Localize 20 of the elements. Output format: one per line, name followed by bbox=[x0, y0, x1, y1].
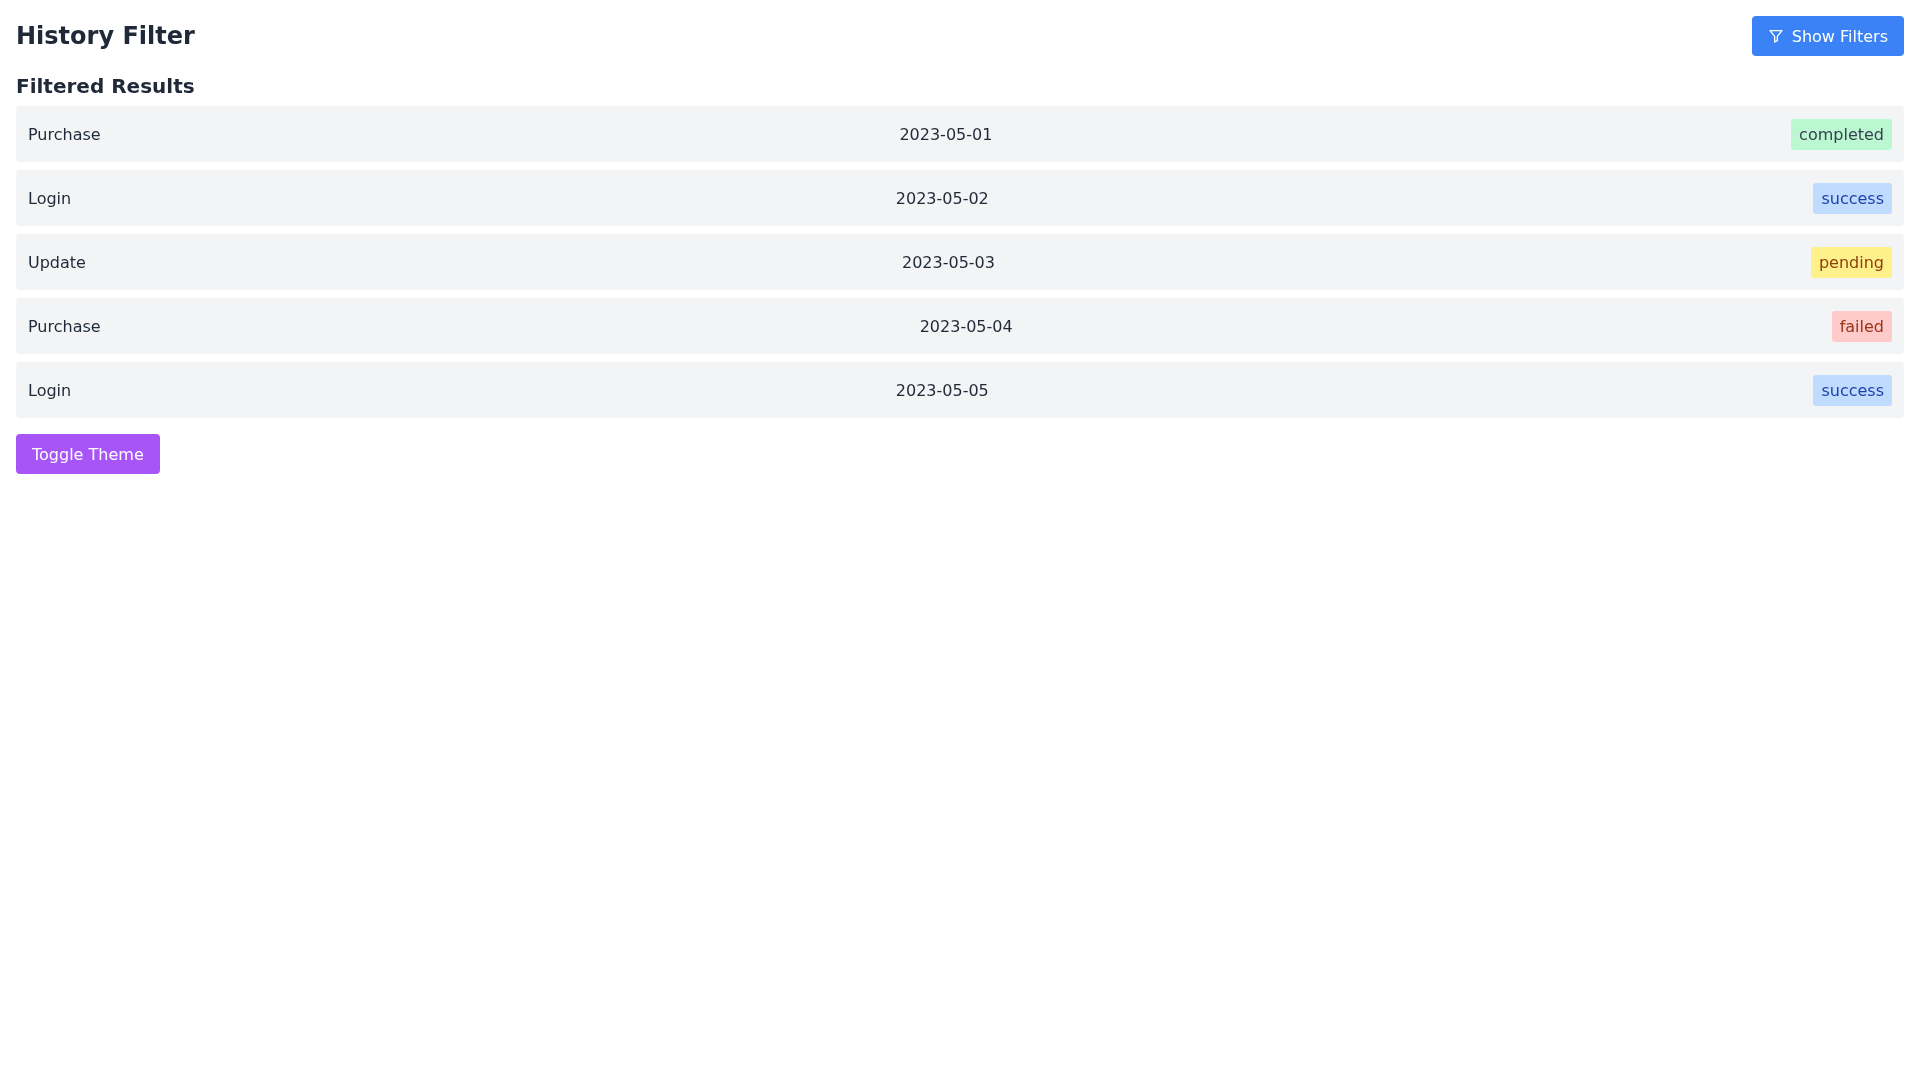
status-badge: success bbox=[1813, 374, 1892, 406]
status-badge: completed bbox=[1791, 118, 1892, 150]
date-text: 2023-05-05 bbox=[895, 380, 989, 400]
date-text: 2023-05-03 bbox=[901, 252, 995, 272]
date-text: 2023-05-01 bbox=[899, 124, 993, 144]
action-text: Update bbox=[28, 252, 86, 272]
action-text: Purchase bbox=[28, 124, 101, 144]
page-title: History Filter bbox=[16, 22, 195, 50]
status-badge: success bbox=[1813, 182, 1892, 214]
status-badge: pending bbox=[1810, 246, 1892, 278]
date-text: 2023-05-02 bbox=[895, 188, 989, 208]
status-badge: failed bbox=[1831, 310, 1892, 342]
show-filters-button[interactable]: Show Filters bbox=[1751, 16, 1904, 56]
section-heading: Filtered Results bbox=[16, 74, 196, 98]
action-text: Login bbox=[28, 188, 72, 208]
filter-icon bbox=[1767, 28, 1784, 44]
date-text: 2023-05-04 bbox=[919, 316, 1013, 336]
action-text: Login bbox=[28, 380, 72, 400]
action-text: Purchase bbox=[28, 316, 101, 336]
toggle-theme-button[interactable]: Toggle Theme bbox=[16, 434, 160, 474]
